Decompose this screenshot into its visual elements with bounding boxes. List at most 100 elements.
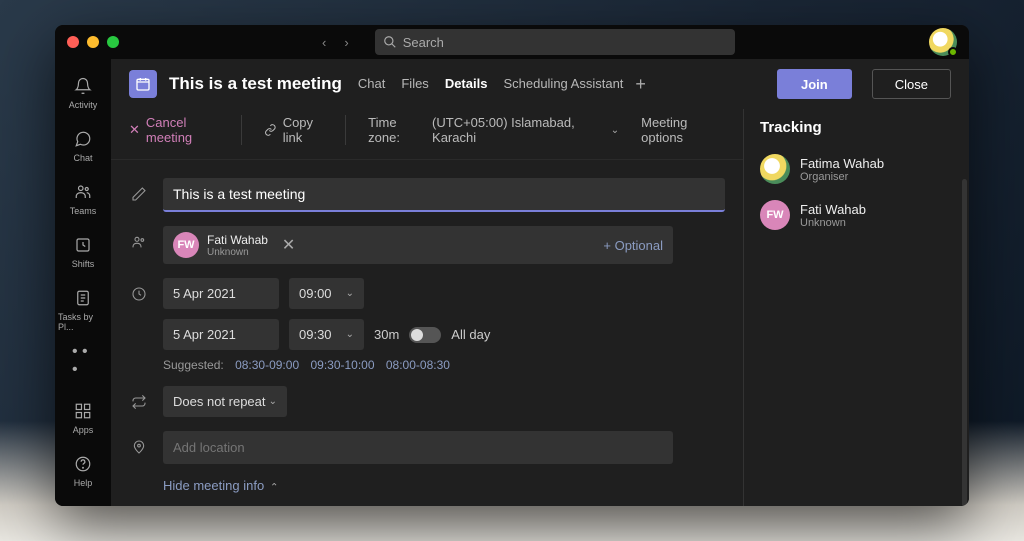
chevron-down-icon: ⌄ <box>269 396 277 407</box>
chevron-down-icon: ⌄ <box>611 125 619 136</box>
remove-attendee-button[interactable]: ✕ <box>282 235 295 255</box>
app-window: ‹ › Search Activity Chat Teams <box>55 25 969 506</box>
search-placeholder: Search <box>403 35 444 50</box>
chevron-down-icon: ⌄ <box>346 329 354 340</box>
tracking-role: Organiser <box>800 171 884 183</box>
suggested-label: Suggested: <box>163 358 224 372</box>
help-icon <box>72 453 94 475</box>
meeting-title: This is a test meeting <box>169 74 342 94</box>
meeting-form: FW Fati Wahab Unknown ✕ + Optional <box>111 160 743 506</box>
tz-value: (UTC+05:00) Islamabad, Karachi <box>432 115 605 145</box>
attendee-name: Fati Wahab <box>207 233 268 247</box>
tracking-item[interactable]: Fatima Wahab Organiser <box>760 154 953 184</box>
nav-help[interactable]: Help <box>58 449 108 492</box>
window-minimize-dot[interactable] <box>87 36 99 48</box>
tracking-panel: Tracking Fatima Wahab Organiser FW Fati … <box>744 109 969 506</box>
hide-meeting-info-toggle[interactable]: Hide meeting info ⌄ <box>129 478 725 493</box>
allday-toggle[interactable] <box>409 327 441 343</box>
suggested-times: Suggested: 08:30-09:00 09:30-10:00 08:00… <box>129 358 725 372</box>
chevron-up-icon: ⌄ <box>270 480 278 491</box>
tab-files[interactable]: Files <box>401 76 428 93</box>
tracking-name: Fatima Wahab <box>800 156 884 171</box>
copy-link[interactable]: Copy link <box>264 115 346 145</box>
tab-scheduling-assistant[interactable]: Scheduling Assistant <box>503 76 623 93</box>
nav-shifts[interactable]: Shifts <box>58 230 108 273</box>
shifts-icon <box>72 234 94 256</box>
nav-label: Help <box>74 478 93 488</box>
attendee-chip: FW Fati Wahab Unknown ✕ <box>173 232 295 258</box>
profile-avatar[interactable] <box>929 28 957 56</box>
nav-tasks[interactable]: Tasks by Pl... <box>58 283 108 336</box>
close-button[interactable]: Close <box>872 69 951 99</box>
location-input[interactable] <box>163 431 673 464</box>
copy-link-label: Copy link <box>283 115 331 145</box>
link-icon <box>264 123 277 137</box>
meeting-header: This is a test meeting Chat Files Detail… <box>111 59 969 109</box>
title-input[interactable] <box>163 178 725 212</box>
suggested-slot[interactable]: 08:30-09:00 <box>235 358 299 372</box>
chevron-down-icon: ⌄ <box>346 288 354 299</box>
start-time-field[interactable]: 09:00 ⌄ <box>289 278 364 309</box>
nav-chat[interactable]: Chat <box>58 124 108 167</box>
window-maximize-dot[interactable] <box>107 36 119 48</box>
search-icon <box>383 35 397 49</box>
tasks-icon <box>72 287 94 309</box>
chat-icon <box>72 128 94 150</box>
tz-label: Time zone: <box>368 115 426 145</box>
close-icon: ✕ <box>129 122 140 138</box>
end-time-field[interactable]: 09:30 ⌄ <box>289 319 364 350</box>
tracking-role: Unknown <box>800 217 866 229</box>
more-icon: • • • <box>72 350 94 372</box>
meeting-options-link[interactable]: Meeting options <box>641 115 725 145</box>
nav-activity[interactable]: Activity <box>58 71 108 114</box>
join-button[interactable]: Join <box>777 69 852 99</box>
nav-label: Apps <box>73 425 94 435</box>
tab-chat[interactable]: Chat <box>358 76 385 93</box>
tab-details[interactable]: Details <box>445 76 488 93</box>
attendee-avatar: FW <box>173 232 199 258</box>
organiser-avatar <box>760 154 790 184</box>
tracking-item[interactable]: FW Fati Wahab Unknown <box>760 200 953 230</box>
end-time-value: 09:30 <box>299 327 332 342</box>
allday-label: All day <box>451 327 490 342</box>
nav-label: Shifts <box>72 259 95 269</box>
nav-label: Activity <box>69 100 98 110</box>
scrollbar[interactable] <box>962 179 967 506</box>
nav-more[interactable]: • • • <box>58 346 108 376</box>
cancel-label: Cancel meeting <box>146 115 227 145</box>
attendee-status: Unknown <box>207 247 268 258</box>
add-tab-button[interactable]: + <box>635 74 646 95</box>
end-date-field[interactable]: 5 Apr 2021 <box>163 319 279 350</box>
back-icon[interactable]: ‹ <box>322 35 326 50</box>
nav-label: Chat <box>73 153 92 163</box>
bell-icon <box>72 75 94 97</box>
duration-label: 30m <box>374 327 399 342</box>
details-pane: ✕ Cancel meeting Copy link Time zone: (U… <box>111 109 744 506</box>
titlebar: ‹ › Search <box>55 25 969 59</box>
nav-label: Tasks by Pl... <box>58 312 108 332</box>
suggested-slot[interactable]: 08:00-08:30 <box>386 358 450 372</box>
nav-arrows: ‹ › <box>322 35 349 50</box>
attendee-field[interactable]: FW Fati Wahab Unknown ✕ + Optional <box>163 226 673 264</box>
header-tabs: Chat Files Details Scheduling Assistant <box>358 76 624 93</box>
forward-icon[interactable]: › <box>344 35 348 50</box>
recurrence-value: Does not repeat <box>173 394 266 409</box>
timezone-picker[interactable]: Time zone: (UTC+05:00) Islamabad, Karach… <box>368 115 619 145</box>
pencil-icon <box>129 186 149 202</box>
recurrence-select[interactable]: Does not repeat ⌄ <box>163 386 287 417</box>
add-optional-link[interactable]: + Optional <box>603 238 663 253</box>
calendar-icon <box>129 70 157 98</box>
search-input[interactable]: Search <box>375 29 735 55</box>
suggested-slot[interactable]: 09:30-10:00 <box>310 358 374 372</box>
tracking-heading: Tracking <box>760 119 953 136</box>
nav-teams[interactable]: Teams <box>58 177 108 220</box>
action-bar: ✕ Cancel meeting Copy link Time zone: (U… <box>111 109 743 160</box>
start-date-field[interactable]: 5 Apr 2021 <box>163 278 279 309</box>
teams-icon <box>72 181 94 203</box>
nav-apps[interactable]: Apps <box>58 396 108 439</box>
window-close-dot[interactable] <box>67 36 79 48</box>
left-rail: Activity Chat Teams Shifts Tasks by Pl..… <box>55 59 111 506</box>
cancel-meeting-link[interactable]: ✕ Cancel meeting <box>129 115 242 145</box>
hide-info-label: Hide meeting info <box>163 478 264 493</box>
people-icon <box>129 234 149 250</box>
